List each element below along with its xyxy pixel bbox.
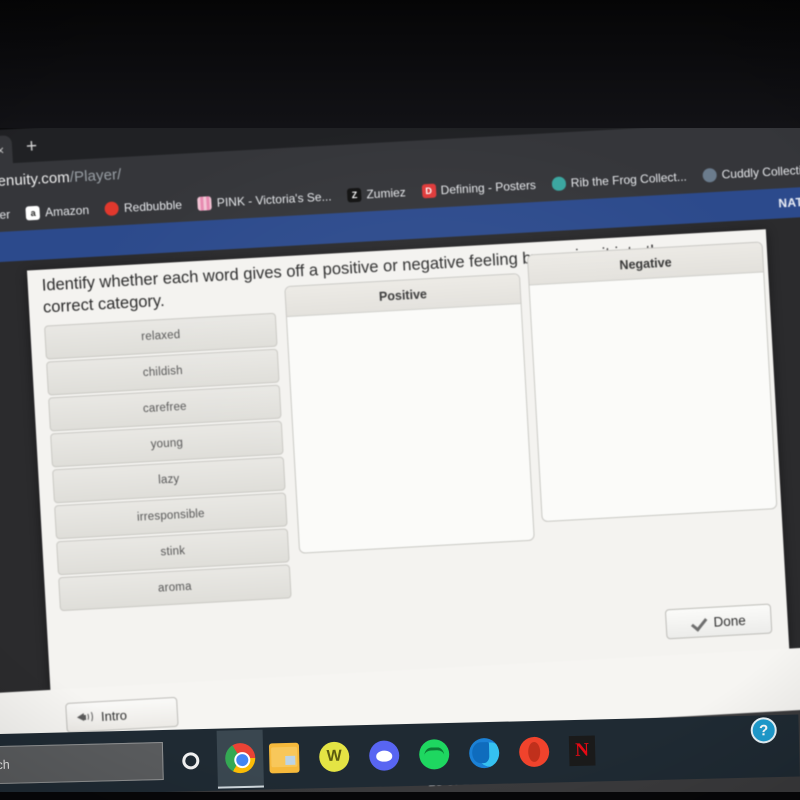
- laptop-screen: m × + ⚲ △ • arn.edgenuity.com/Player/ Ho…: [0, 83, 800, 800]
- search-input[interactable]: rch: [0, 742, 164, 785]
- close-icon[interactable]: ×: [0, 142, 5, 157]
- cortana-icon[interactable]: [163, 751, 217, 770]
- bookmark-label: Defining - Posters: [440, 177, 537, 198]
- cuddly-collectible-icon: [702, 167, 718, 183]
- intro-button-label: Intro: [100, 707, 128, 724]
- w-app-icon[interactable]: W: [318, 741, 350, 773]
- word-bank: relaxed childish carefree young lazy irr…: [44, 312, 292, 614]
- drop-zone-body[interactable]: [530, 272, 777, 521]
- bookmark-cuddly-collectible[interactable]: Cuddly Collectible: [702, 162, 800, 183]
- file-explorer-icon[interactable]: [268, 742, 300, 774]
- bookmark-label: Rib the Frog Collect...: [570, 169, 688, 191]
- done-button-label: Done: [713, 612, 747, 630]
- done-button[interactable]: Done: [664, 603, 773, 640]
- checkmark-icon: [691, 615, 707, 631]
- bookmark-label: PINK - Victoria's Se...: [216, 189, 332, 210]
- netflix-icon[interactable]: N: [568, 735, 596, 767]
- screen-bezel-top: [0, 0, 800, 128]
- screen-bezel-bottom: [0, 792, 800, 800]
- help-icon[interactable]: ?: [750, 717, 778, 744]
- bookmark-label: Redbubble: [123, 197, 183, 216]
- drop-zone-negative[interactable]: Negative: [526, 241, 778, 523]
- bookmark-amazon[interactable]: a Amazon: [25, 202, 90, 221]
- taskbar-apps: W N: [268, 735, 596, 774]
- new-tab-button[interactable]: +: [25, 136, 37, 158]
- rib-the-frog-icon: [551, 176, 567, 192]
- address-bar-text: arn.edgenuity.com/Player/: [0, 166, 122, 193]
- page-backdrop: Identify whether each word gives off a p…: [0, 215, 800, 800]
- opera-icon[interactable]: [518, 736, 550, 768]
- bookmark-redbubble[interactable]: Redbubble: [104, 197, 183, 217]
- bookmark-label: Amazon: [44, 202, 90, 220]
- bookmark-label: Cuddly Collectible: [721, 162, 800, 182]
- zumiez-icon: Z: [347, 187, 362, 203]
- bookmark-hollister[interactable]: Hollister: [0, 207, 11, 224]
- intro-button[interactable]: Intro: [65, 696, 179, 734]
- discord-icon[interactable]: [368, 740, 400, 771]
- photo-of-laptop-screen: m × + ⚲ △ • arn.edgenuity.com/Player/ Ho…: [0, 0, 800, 800]
- amazon-icon: a: [25, 205, 41, 221]
- chrome-icon: [224, 742, 256, 774]
- spotify-icon[interactable]: [418, 739, 450, 770]
- bookmark-label: Zumiez: [366, 185, 407, 202]
- url-path: /Player/: [69, 165, 122, 186]
- user-name: NATH: [777, 194, 800, 211]
- taskbar-app-chrome[interactable]: [216, 729, 264, 789]
- edge-icon[interactable]: [468, 737, 500, 769]
- activity-card: Identify whether each word gives off a p…: [26, 229, 790, 690]
- bookmark-rib-the-frog[interactable]: Rib the Frog Collect...: [551, 170, 687, 192]
- bookmark-defining-posters[interactable]: D Defining - Posters: [421, 177, 537, 199]
- drop-zone-body[interactable]: [287, 304, 534, 553]
- pink-icon: [197, 196, 213, 211]
- defining-icon: D: [421, 183, 437, 199]
- bookmark-zumiez[interactable]: Z Zumiez: [347, 185, 407, 203]
- url-host: arn.edgenuity.com: [0, 168, 71, 193]
- bookmark-pink-victorias-secret[interactable]: PINK - Victoria's Se...: [197, 189, 332, 211]
- speaker-icon: [76, 710, 94, 725]
- bookmark-label: Hollister: [0, 207, 11, 224]
- redbubble-icon: [104, 201, 120, 217]
- drop-zone-positive[interactable]: Positive: [284, 273, 535, 554]
